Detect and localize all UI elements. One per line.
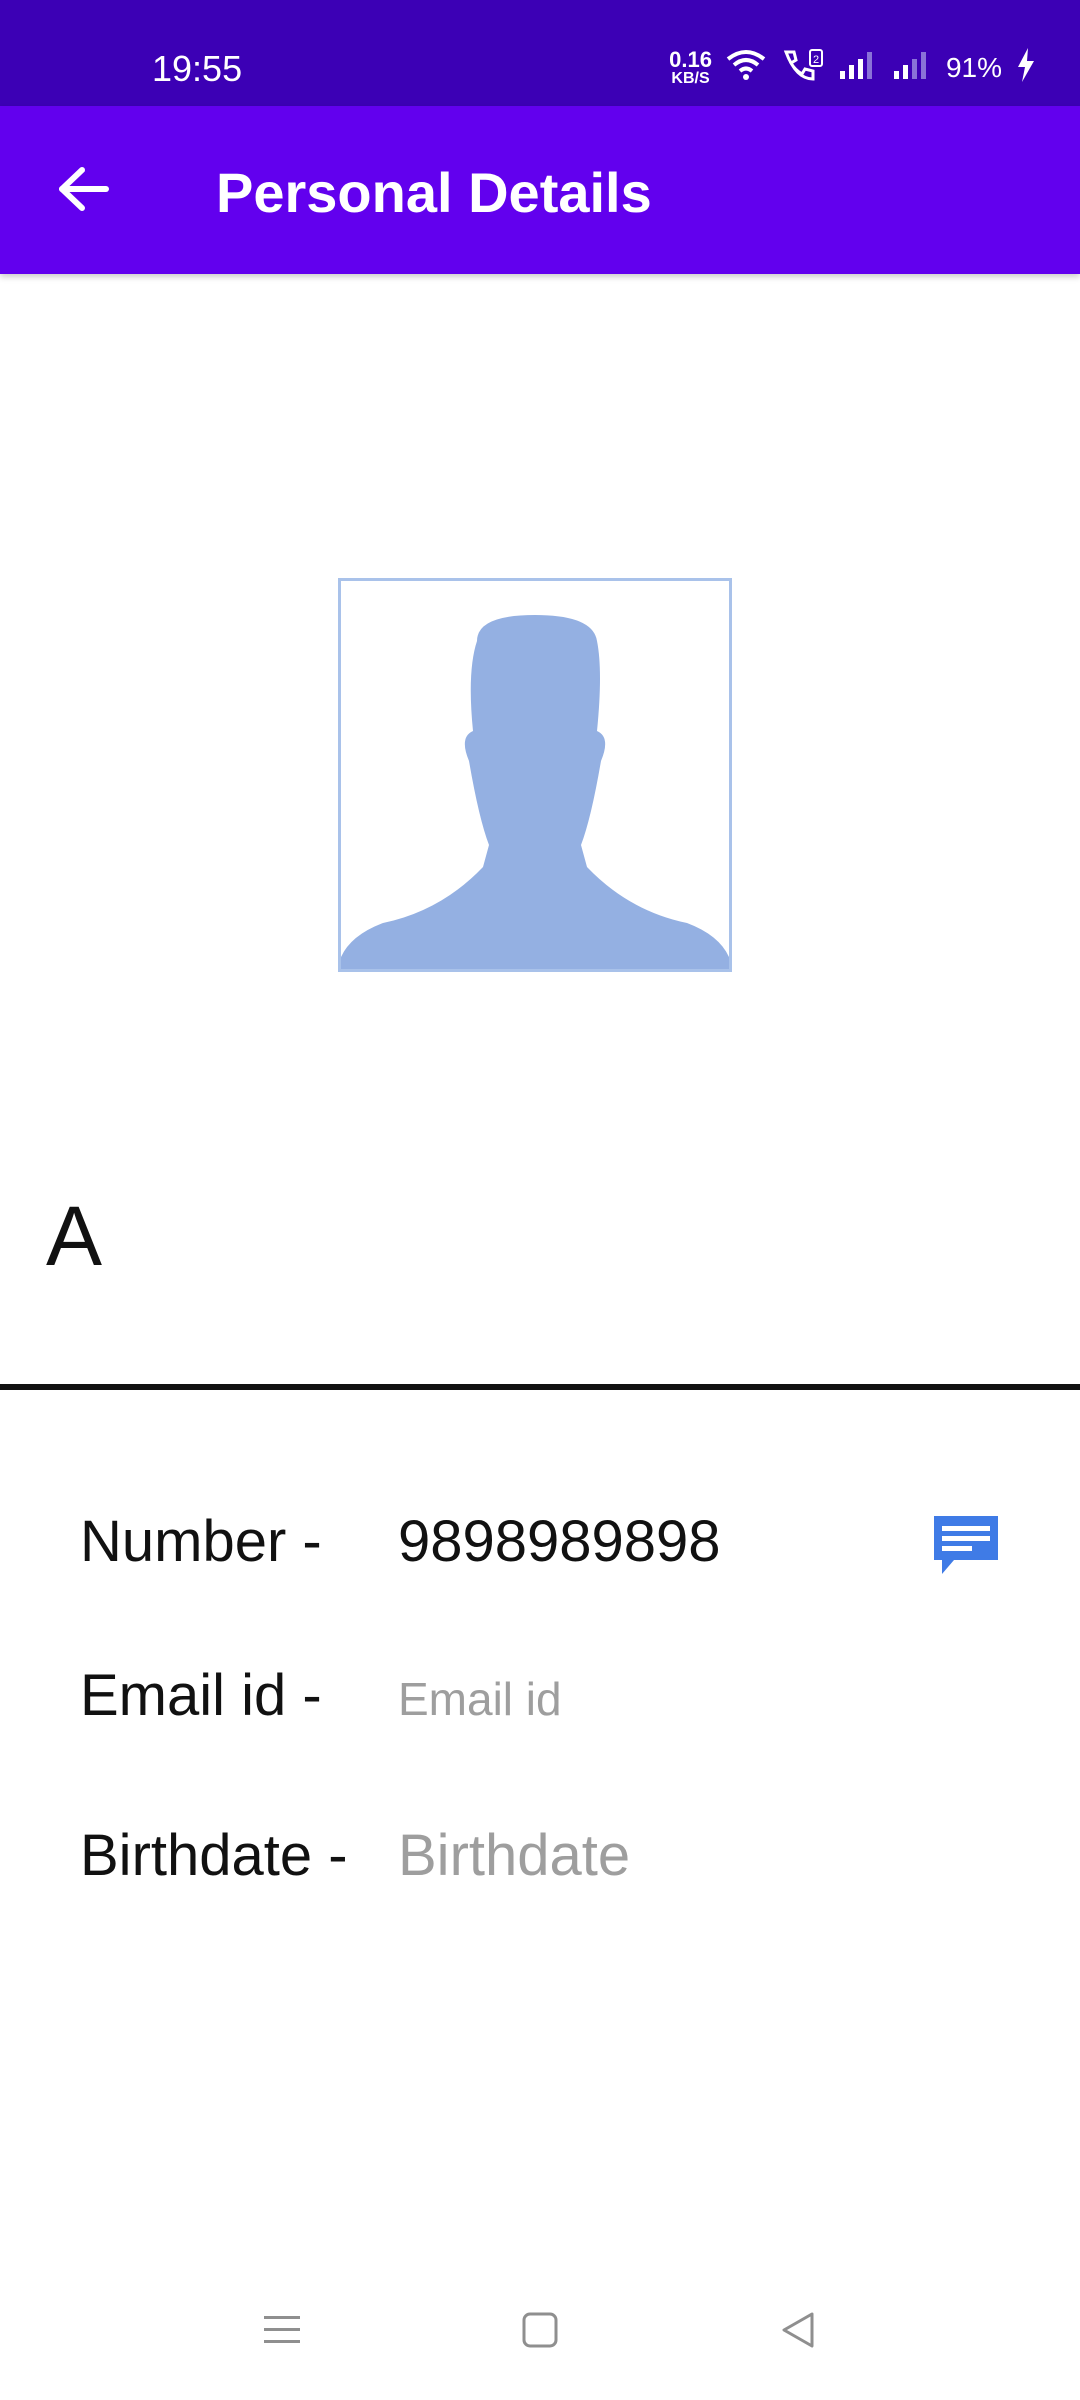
- profile-photo[interactable]: [338, 578, 732, 972]
- menu-icon: [262, 2312, 302, 2353]
- divider: [0, 1384, 1080, 1390]
- home-icon: [520, 2310, 560, 2355]
- number-value: 9898989898: [398, 1509, 721, 1574]
- status-icons: 0.16 KB/S 2 91%: [669, 48, 1036, 87]
- arrow-left-icon: [58, 166, 110, 217]
- back-button[interactable]: [44, 151, 124, 231]
- charging-icon: [1016, 48, 1036, 87]
- navigation-bar: [0, 2290, 1080, 2380]
- network-speed-value: 0.16: [669, 46, 712, 72]
- email-label: Email id -: [80, 1663, 322, 1728]
- status-bar: 19:55 0.16 KB/S 2 91%: [0, 0, 1080, 106]
- wifi-icon: [726, 49, 766, 86]
- message-icon: [930, 1516, 1002, 1584]
- status-time: 19:55: [152, 48, 243, 89]
- network-speed-unit: KB/S: [671, 69, 710, 87]
- back-nav-button[interactable]: [768, 2302, 828, 2362]
- signal-icon: [838, 49, 878, 86]
- app-bar: Personal Details: [0, 106, 1080, 274]
- network-speed: 0.16 KB/S: [669, 46, 712, 87]
- svg-text:2: 2: [813, 54, 819, 66]
- number-label: Number -: [80, 1509, 322, 1574]
- vowifi-call-icon: 2: [780, 48, 824, 87]
- page-title: Personal Details: [216, 161, 652, 224]
- signal-icon: [892, 49, 932, 86]
- birthdate-label: Birthdate -: [80, 1823, 348, 1888]
- back-triangle-icon: [778, 2310, 818, 2355]
- person-silhouette-icon: [341, 615, 729, 969]
- recent-apps-button[interactable]: [252, 2302, 312, 2362]
- email-field[interactable]: Email id: [398, 1672, 562, 1726]
- home-button[interactable]: [510, 2302, 570, 2362]
- message-button[interactable]: [930, 1512, 1002, 1580]
- birthdate-field[interactable]: Birthdate: [398, 1822, 630, 1889]
- profile-name: A: [46, 1189, 103, 1283]
- battery-level: 91%: [945, 51, 1002, 83]
